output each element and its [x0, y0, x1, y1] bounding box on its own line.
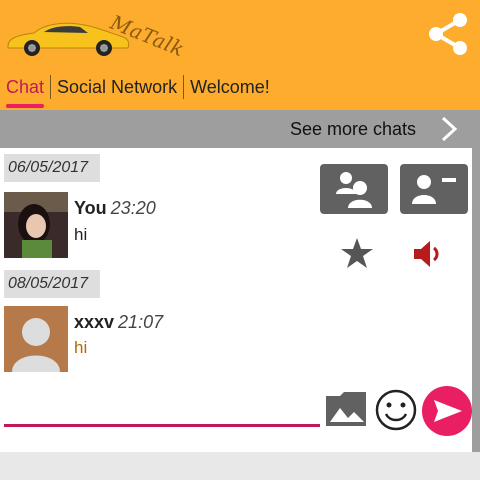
default-avatar-icon [4, 306, 68, 372]
avatar[interactable] [4, 192, 68, 258]
sender-name: You [74, 198, 107, 218]
contact-card-icon [412, 175, 456, 204]
tab-welcome[interactable]: Welcome! [184, 74, 276, 100]
emoji-icon[interactable] [374, 388, 418, 432]
speaker-icon[interactable] [412, 238, 446, 270]
frame-edge [472, 148, 480, 480]
contact-button[interactable] [400, 164, 468, 214]
group-chat-button[interactable] [320, 164, 388, 214]
date-badge: 08/05/2017 [4, 270, 100, 298]
tab-chat[interactable]: Chat [0, 74, 50, 108]
avatar[interactable] [4, 306, 68, 372]
send-icon [434, 400, 462, 422]
send-button[interactable] [422, 386, 472, 436]
group-icon [336, 172, 372, 208]
see-more-chats-bar[interactable]: See more chats [0, 110, 480, 148]
tab-bar: Chat Social Network Welcome! [0, 70, 276, 108]
app-header: MaTalk Chat Social Network Welcome! [0, 0, 480, 110]
message-sender: You 23:20 [74, 198, 156, 219]
message-sender: xxxv 21:07 [74, 312, 163, 333]
message-input[interactable] [4, 392, 320, 424]
sender-name: xxxv [74, 312, 115, 332]
chevron-right-icon [441, 116, 458, 142]
message-time: 23:20 [110, 198, 156, 218]
user-photo-icon [4, 192, 68, 258]
date-badge: 06/05/2017 [4, 154, 100, 182]
see-more-chats-label: See more chats [289, 119, 416, 139]
gallery-icon[interactable] [324, 390, 368, 428]
star-icon[interactable] [340, 236, 374, 270]
input-underline [4, 424, 320, 427]
bottom-bar [0, 452, 480, 480]
tab-social-network[interactable]: Social Network [51, 74, 183, 100]
message-text: hi [74, 338, 88, 357]
message-time: 21:07 [118, 312, 164, 332]
message-text: hi [74, 225, 88, 244]
share-icon[interactable] [424, 8, 474, 58]
